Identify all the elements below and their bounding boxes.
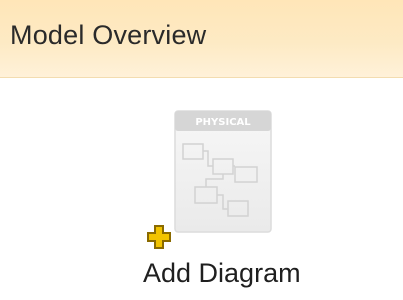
plus-icon xyxy=(147,225,171,249)
header-bar: Model Overview xyxy=(0,0,403,78)
add-diagram-button[interactable]: PHYSICAL Add Diagram xyxy=(143,95,301,300)
add-diagram-label: Add Diagram xyxy=(143,258,301,288)
model-overview-page: Model Overview PHYSICAL Add Diagram xyxy=(0,0,403,300)
physical-badge: PHYSICAL xyxy=(195,117,251,128)
physical-diagram-icon: PHYSICAL xyxy=(174,110,272,233)
page-title: Model Overview xyxy=(10,20,207,50)
